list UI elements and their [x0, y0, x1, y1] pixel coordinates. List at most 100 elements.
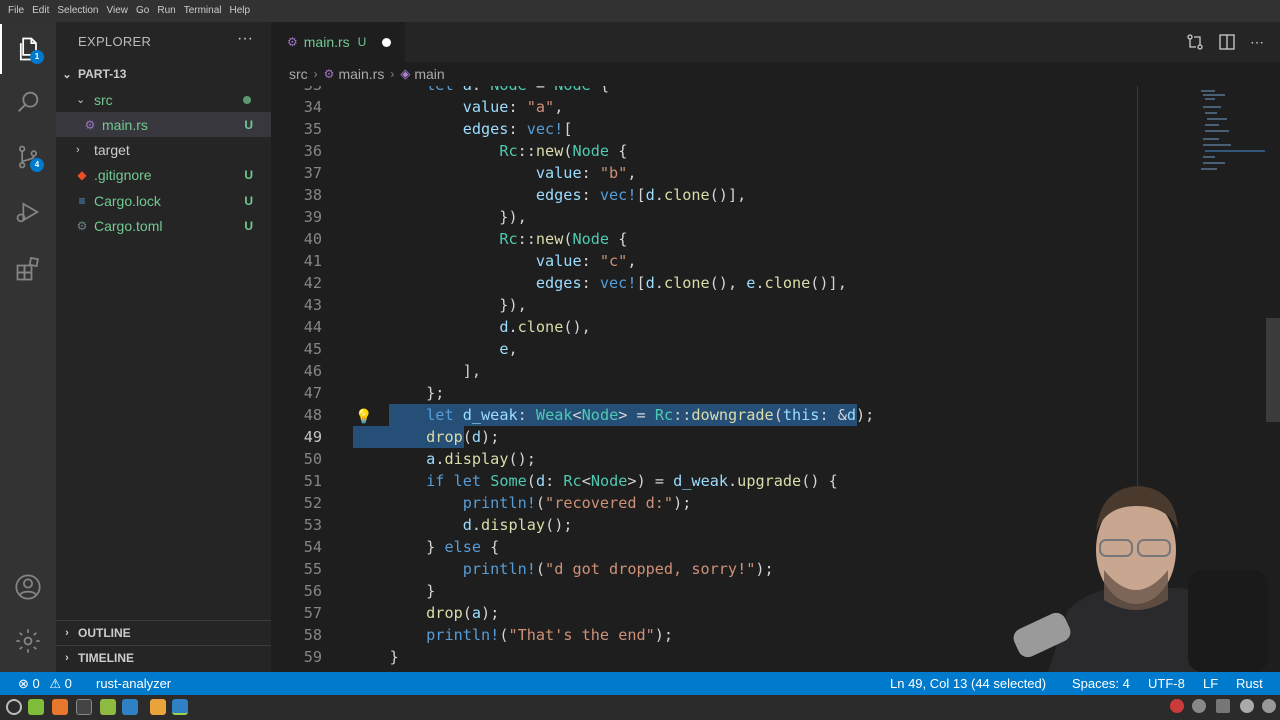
timeline-section-header[interactable]: › TIMELINE [56, 645, 271, 670]
code-text: Rc::new(Node { [499, 142, 628, 160]
code-line[interactable]: 37 value: "b", [271, 162, 1137, 184]
search-activity[interactable] [0, 77, 56, 127]
search-icon [18, 91, 39, 112]
chevron-right-icon: › [390, 67, 395, 81]
extensions-activity[interactable] [0, 244, 56, 294]
menu-selection[interactable]: Selection [53, 0, 102, 22]
manage-activity[interactable] [0, 616, 56, 666]
code-text: }), [353, 208, 527, 226]
code-text: } else { [353, 538, 500, 556]
code-line[interactable]: 34 value: "a", [271, 96, 1137, 118]
rust-analyzer-status[interactable]: rust-analyzer [96, 672, 171, 695]
error-count: 0 [32, 676, 40, 691]
code-text: edges: vec![d.clone(), e.clone()], [535, 274, 847, 292]
tree-item-src[interactable]: ⌄ src [56, 87, 271, 112]
tree-item-label: .gitignore [94, 166, 152, 183]
file-manager-icon[interactable] [28, 699, 44, 715]
git-status-badge: U [244, 218, 253, 233]
more-actions-icon[interactable]: ⋯ [1250, 33, 1268, 51]
line-number: 55 [303, 560, 322, 578]
menu-bar: File Edit Selection View Go Run Terminal… [0, 0, 1280, 22]
code-line[interactable]: 44 d.clone(), [271, 316, 1137, 338]
chevron-right-icon: › [313, 67, 318, 81]
language-mode[interactable]: Rust [1236, 672, 1263, 695]
code-line[interactable]: 45 e, [271, 338, 1137, 360]
vscode-active-icon[interactable] [172, 699, 188, 715]
code-line[interactable]: 39 }), [271, 206, 1137, 228]
breadcrumb-symbol[interactable]: main [414, 66, 444, 82]
menu-run[interactable]: Run [153, 0, 179, 22]
git-status-badge: U [244, 167, 253, 182]
accounts-activity[interactable] [0, 562, 56, 612]
tree-item-cargo-lock[interactable]: ≡ Cargo.lock U [56, 188, 271, 213]
function-icon: ◈ [400, 66, 411, 81]
start-menu-icon[interactable] [6, 699, 22, 715]
menu-go[interactable]: Go [132, 0, 153, 22]
problems-indicator[interactable]: ⊗ 0 ⚠ 0 [18, 672, 72, 695]
source-control-activity[interactable]: 4 [0, 132, 56, 182]
git-status-badge: U [244, 117, 253, 132]
code-line[interactable]: 42 edges: vec![d.clone(), e.clone()], [271, 272, 1137, 294]
folder-icon[interactable] [100, 699, 116, 715]
code-line[interactable]: 50 a.display(); [271, 448, 1137, 470]
tray-window-icon[interactable] [1216, 699, 1230, 713]
firefox-icon[interactable] [52, 699, 68, 715]
encoding-status[interactable]: UTF-8 [1148, 672, 1185, 695]
code-line[interactable]: 41 value: "c", [271, 250, 1137, 272]
line-number: 42 [303, 274, 322, 292]
menu-file[interactable]: File [4, 0, 28, 22]
vscode-icon[interactable] [122, 699, 138, 715]
menu-help[interactable]: Help [226, 0, 255, 22]
outline-section-header[interactable]: › OUTLINE [56, 620, 271, 645]
line-number: 54 [303, 538, 322, 556]
split-editor-icon[interactable] [1218, 33, 1236, 51]
tray-volume-icon[interactable] [1262, 699, 1276, 713]
breadcrumb-file[interactable]: main.rs [338, 66, 384, 82]
run-debug-activity[interactable] [0, 187, 56, 237]
code-line[interactable]: 40 Rc::new(Node { [271, 228, 1137, 250]
warning-count: 0 [64, 676, 72, 691]
code-line[interactable]: 💡 48 let d_weak: Weak<Node> = Rc::downgra… [271, 404, 1137, 426]
line-number: 37 [303, 164, 322, 182]
tab-main-rs[interactable]: ⚙ main.rs U [271, 22, 405, 62]
line-number: 34 [303, 98, 322, 116]
menu-edit[interactable]: Edit [28, 0, 53, 22]
tree-item-target[interactable]: › target [56, 137, 271, 162]
tray-shield-icon[interactable] [1192, 699, 1206, 713]
code-line[interactable]: 43 }), [271, 294, 1137, 316]
code-line[interactable]: 47 }; [271, 382, 1137, 404]
compare-changes-icon[interactable] [1186, 33, 1204, 51]
tray-power-icon[interactable] [1240, 699, 1254, 713]
code-line[interactable]: 35 edges: vec![ [271, 118, 1137, 140]
extensions-icon [16, 256, 39, 281]
menu-view[interactable]: View [103, 0, 133, 22]
explorer-activity[interactable]: 1 [0, 24, 56, 74]
code-line[interactable]: 49 drop(d); [271, 426, 1137, 448]
tree-item-cargo-toml[interactable]: ⚙ Cargo.toml U [56, 213, 271, 238]
tray-network-icon[interactable] [1170, 699, 1184, 713]
menu-terminal[interactable]: Terminal [180, 0, 226, 22]
code-line[interactable]: 33 let a: Node = Node { [271, 86, 1137, 96]
eol-status[interactable]: LF [1203, 672, 1218, 695]
code-line[interactable]: 46 ], [271, 360, 1137, 382]
breadcrumb-folder[interactable]: src [289, 66, 308, 82]
code-line[interactable]: 36 Rc::new(Node { [271, 140, 1137, 162]
tree-item-main-rs[interactable]: ⚙ main.rs U [56, 112, 271, 137]
os-taskbar [0, 695, 1280, 720]
line-number: 50 [303, 450, 322, 468]
tree-item-label: Cargo.lock [94, 192, 161, 209]
app-icon[interactable] [150, 699, 166, 715]
indentation-status[interactable]: Spaces: 4 [1072, 672, 1130, 695]
more-actions-icon[interactable]: ··· [237, 30, 253, 48]
project-section-header[interactable]: ⌄ PART-13 [56, 62, 271, 86]
warning-icon: ⚠ [49, 676, 62, 691]
cursor-position[interactable]: Ln 49, Col 13 (44 selected) [890, 672, 1046, 695]
line-number: 51 [303, 472, 322, 490]
code-line[interactable]: 38 edges: vec![d.clone()], [271, 184, 1137, 206]
terminal-icon[interactable] [76, 699, 92, 715]
unsaved-dot-icon[interactable] [382, 37, 391, 47]
tree-item-gitignore[interactable]: ◆ .gitignore U [56, 162, 271, 187]
vertical-scrollbar[interactable] [1266, 318, 1280, 422]
code-text: println!("recovered d:"); [462, 494, 692, 512]
minimap[interactable] [1199, 86, 1269, 186]
